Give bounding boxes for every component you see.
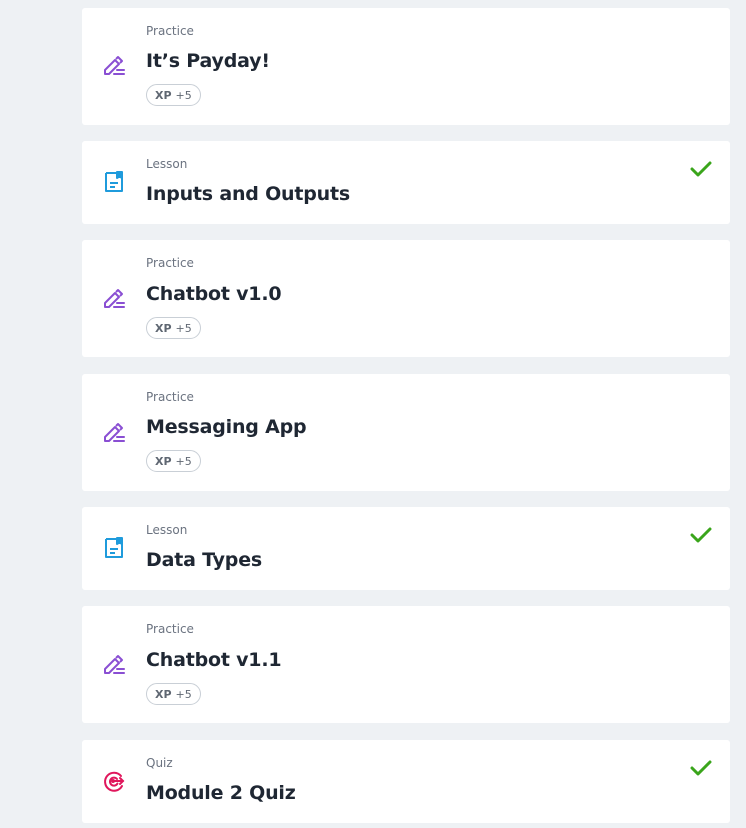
list-item[interactable]: Practice Chatbot v1.0 XP +5 — [82, 240, 730, 357]
xp-label: XP — [155, 321, 172, 335]
xp-badge: XP +5 — [146, 450, 201, 472]
xp-value: +5 — [175, 321, 192, 335]
checkmark-icon — [690, 160, 712, 178]
item-title: Data Types — [146, 549, 262, 571]
item-title: Chatbot v1.0 — [146, 283, 282, 305]
pencil-icon — [102, 286, 126, 310]
item-type-label: Practice — [146, 622, 194, 636]
pencil-icon — [102, 420, 126, 444]
list-item[interactable]: Quiz Module 2 Quiz — [82, 740, 730, 823]
xp-label: XP — [155, 88, 172, 102]
pencil-icon — [102, 53, 126, 77]
list-item[interactable]: Practice It’s Payday! XP +5 — [82, 8, 730, 125]
xp-badge: XP +5 — [146, 683, 201, 705]
item-title: It’s Payday! — [146, 50, 270, 72]
item-type-label: Lesson — [146, 157, 188, 171]
item-type-label: Practice — [146, 24, 194, 38]
target-icon — [102, 769, 126, 793]
xp-value: +5 — [175, 88, 192, 102]
list-item[interactable]: Practice Chatbot v1.1 XP +5 — [82, 606, 730, 723]
lesson-icon — [102, 170, 126, 194]
item-type-label: Lesson — [146, 523, 188, 537]
xp-value: +5 — [175, 687, 192, 701]
pencil-icon — [102, 652, 126, 676]
list-item[interactable]: Lesson Data Types — [82, 507, 730, 590]
xp-value: +5 — [175, 454, 192, 468]
xp-badge: XP +5 — [146, 84, 201, 106]
item-title: Messaging App — [146, 416, 307, 438]
list-item[interactable]: Lesson Inputs and Outputs — [82, 141, 730, 224]
item-type-label: Practice — [146, 256, 194, 270]
item-type-label: Quiz — [146, 756, 173, 770]
item-title: Inputs and Outputs — [146, 183, 350, 205]
xp-label: XP — [155, 454, 172, 468]
item-title: Chatbot v1.1 — [146, 649, 282, 671]
list-item[interactable]: Practice Messaging App XP +5 — [82, 374, 730, 491]
xp-label: XP — [155, 687, 172, 701]
xp-badge: XP +5 — [146, 317, 201, 339]
lesson-icon — [102, 536, 126, 560]
item-type-label: Practice — [146, 390, 194, 404]
item-title: Module 2 Quiz — [146, 782, 296, 804]
checkmark-icon — [690, 526, 712, 544]
checkmark-icon — [690, 759, 712, 777]
